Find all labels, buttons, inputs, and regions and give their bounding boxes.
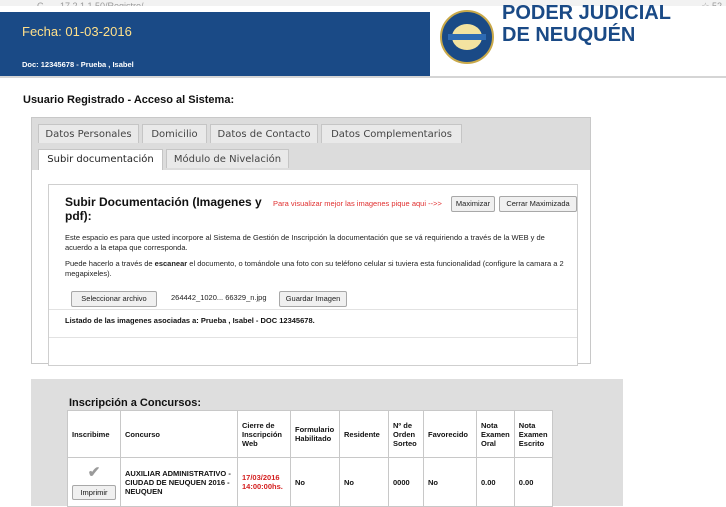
upload-description: Este espacio es para que usted incorpore…: [65, 233, 545, 252]
nota-oral-cell: 0.00: [476, 457, 515, 507]
registration-panel: Datos Personales Domicilio Datos de Cont…: [31, 117, 591, 366]
choose-file-button[interactable]: Seleccionar archivo: [71, 291, 157, 307]
tab-subir-documentacion[interactable]: Subir documentación: [38, 149, 163, 170]
tab-modulo-nivelacion[interactable]: Módulo de Nivelación: [166, 149, 289, 168]
upload-section: Subir Documentación (Imagenes y pdf): Pa…: [48, 184, 578, 366]
save-image-button[interactable]: Guardar Imagen: [279, 291, 347, 307]
formulario-cell: No: [290, 457, 340, 507]
scan-emphasis: escanear: [154, 259, 188, 268]
tab-datos-personales[interactable]: Datos Personales: [38, 124, 139, 143]
nota-escrito-cell: 0.00: [513, 457, 553, 507]
cierre-cell: 17/03/2016 14:00:00hs.: [237, 457, 291, 507]
selected-filename: 264442_1020... 66329_n.jpg: [171, 293, 267, 302]
concursos-table: Inscribime Concurso Cierre de Inscripció…: [67, 410, 553, 507]
inscribime-cell: ✔ Imprimir: [67, 457, 121, 507]
table-row: ✔ Imprimir AUXILIAR ADMINISTRATIVO - CIU…: [67, 457, 553, 507]
upload-instructions: Puede hacerlo a través de escanear el do…: [65, 259, 564, 278]
header-title-line1: PODER JUDICIAL: [502, 2, 671, 24]
tab-datos-complementarios[interactable]: Datos Complementarios: [321, 124, 462, 143]
page-title: Usuario Registrado - Acceso al Sistema:: [23, 94, 235, 106]
col-favorecido: Favorecido: [423, 410, 477, 458]
tab-bar: Datos Personales Domicilio Datos de Cont…: [32, 118, 590, 170]
table-header-row: Inscribime Concurso Cierre de Inscripció…: [67, 410, 553, 458]
col-nota-escrito: Nota Examen Escrito: [513, 410, 553, 458]
col-concurso: Concurso: [120, 410, 238, 458]
print-button[interactable]: Imprimir: [72, 484, 116, 500]
col-cierre: Cierre de Inscripción Web: [237, 410, 291, 458]
upload-title: Subir Documentación (Imagenes y pdf):: [65, 195, 262, 223]
col-residente: Residente: [339, 410, 389, 458]
concursos-section: Inscripción a Concursos: Inscribime Conc…: [31, 379, 623, 507]
col-formulario: Formulario Habilitado: [290, 410, 340, 458]
header-info-band: Fecha: 01-03-2016 Doc: 12345678 - Prueba…: [0, 12, 430, 76]
concursos-title: Inscripción a Concursos:: [69, 397, 202, 409]
visualize-hint-link[interactable]: Para visualizar mejor las imagenes pique…: [273, 199, 442, 208]
close-maximized-button[interactable]: Cerrar Maximizada: [499, 196, 577, 212]
concurso-cell: AUXILIAR ADMINISTRATIVO - CIUDAD DE NEUQ…: [120, 457, 238, 507]
tab-datos-contacto[interactable]: Datos de Contacto: [210, 124, 318, 143]
favorecido-cell: No: [423, 457, 477, 507]
col-orden: Nº de Orden Sorteo: [388, 410, 424, 458]
maximize-button[interactable]: Maximizar: [451, 196, 495, 212]
header-user-doc: Doc: 12345678 - Prueba , Isabel: [22, 60, 134, 69]
upload-title-line2: pdf):: [65, 209, 92, 223]
upload-title-line1: Subir Documentación (Imagenes y: [65, 195, 262, 209]
tab-domicilio[interactable]: Domicilio: [142, 124, 207, 143]
site-header: Fecha: 01-03-2016 Doc: 12345678 - Prueba…: [0, 2, 726, 76]
col-nota-oral: Nota Examen Oral: [476, 410, 515, 458]
divider: [49, 309, 577, 310]
neuquen-seal-icon: [440, 10, 494, 64]
residente-cell: No: [339, 457, 389, 507]
divider: [49, 337, 577, 338]
header-divider: [0, 76, 726, 78]
header-date: Fecha: 01-03-2016: [22, 24, 132, 39]
header-title-line2: DE NEUQUÉN: [502, 24, 636, 46]
images-list-heading: Listado de las imagenes asociadas a: Pru…: [65, 316, 315, 325]
orden-cell: 0000: [388, 457, 424, 507]
col-inscribime: Inscribime: [67, 410, 121, 458]
checkmark-icon[interactable]: ✔: [86, 464, 102, 481]
